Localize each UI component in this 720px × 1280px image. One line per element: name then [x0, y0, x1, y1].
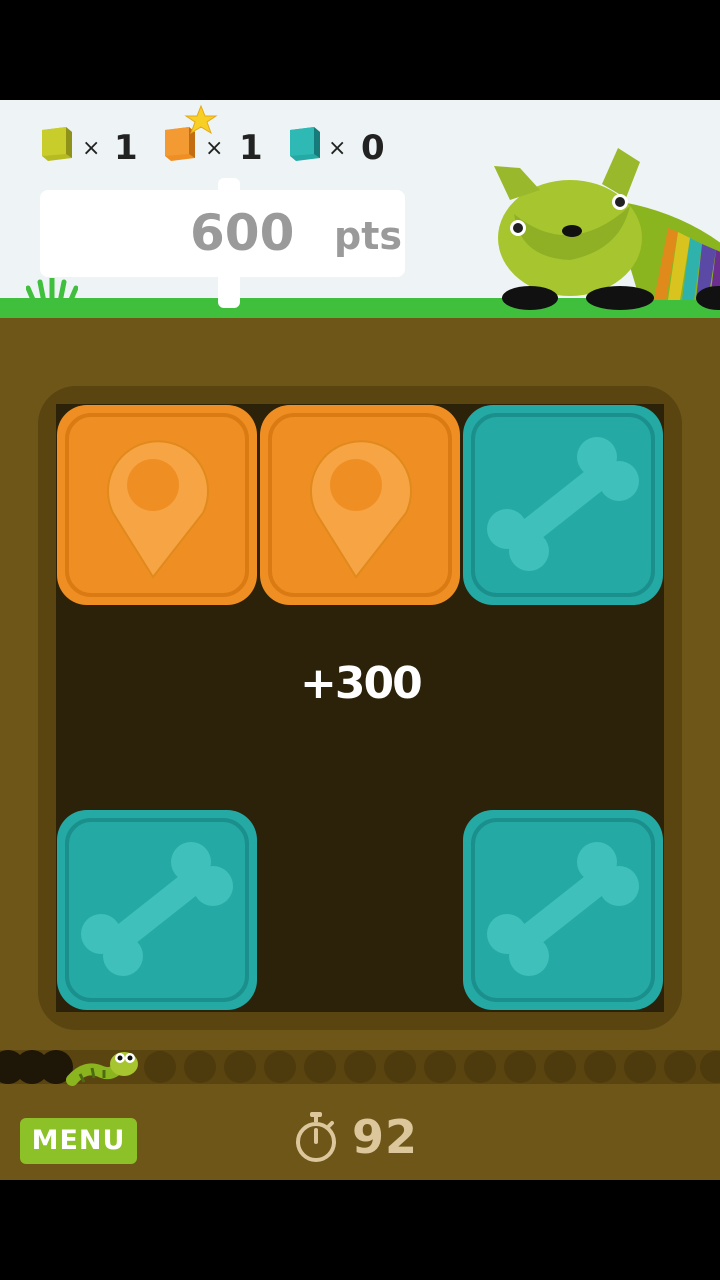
orange-tile[interactable]	[57, 405, 257, 605]
teal-tile[interactable]	[463, 405, 663, 605]
counter-value: 1	[114, 128, 138, 168]
score-popup: +300	[300, 658, 423, 709]
top-black-bar	[0, 0, 720, 100]
menu-button[interactable]: MENU	[20, 1118, 137, 1164]
counter-x-label: ×	[82, 136, 101, 161]
counter-x-label: ×	[328, 136, 347, 161]
teal-block-icon	[290, 127, 320, 161]
score-value: 600	[190, 204, 295, 262]
score-unit: pts	[334, 214, 402, 258]
orange-star-block-icon	[165, 104, 218, 161]
orange-tile[interactable]	[260, 405, 460, 605]
grass-tuft-icon	[26, 278, 78, 304]
teal-tile[interactable]	[57, 810, 257, 1010]
score-board: 600 pts	[40, 190, 405, 277]
bottom-black-bar	[0, 1180, 720, 1280]
dog-mascot-icon	[494, 148, 720, 310]
stopwatch-icon	[296, 1112, 336, 1162]
timer-value: 92	[352, 1110, 419, 1164]
teal-tile[interactable]	[463, 810, 663, 1010]
counter-value: 1	[239, 128, 263, 168]
counter-x-label: ×	[205, 136, 224, 161]
counter-value: 0	[361, 128, 385, 168]
worm-icon	[66, 1052, 138, 1086]
yellow-block-icon	[42, 127, 72, 161]
